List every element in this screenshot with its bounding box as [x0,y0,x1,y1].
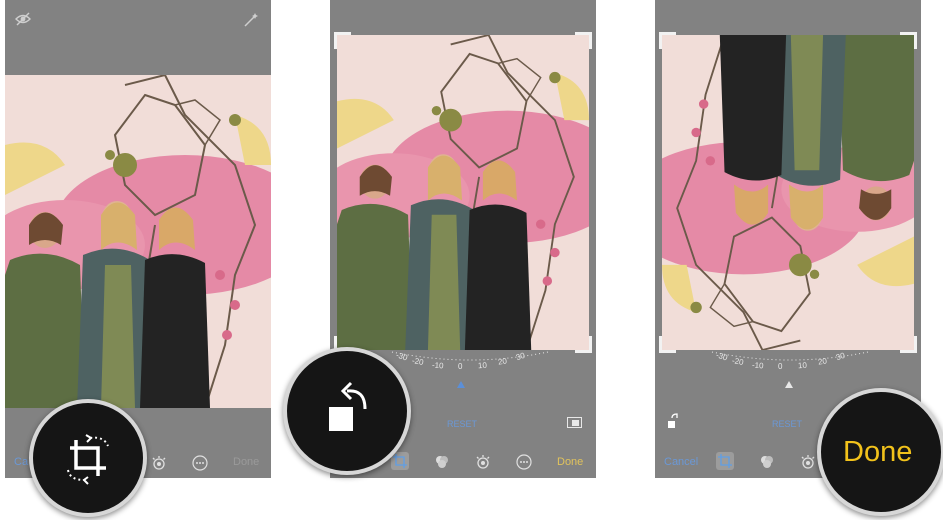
callout-done: Done [817,388,943,516]
dial-tick: 10 [797,360,808,371]
adjust-dial-icon[interactable] [151,455,167,471]
cancel-button[interactable]: Cancel [664,456,698,468]
crop-handle-bottom-right[interactable] [900,336,917,353]
dial-tick: 20 [817,356,828,367]
reset-button[interactable]: RESET [447,419,477,429]
rotate-left-icon[interactable] [317,377,377,443]
dial-tick: 0 [778,362,783,371]
rotate-icon[interactable] [667,413,681,429]
crop-handle-top-left[interactable] [334,32,351,49]
done-button[interactable]: Done [557,456,583,468]
panel-photo-view: Ca Done [5,0,271,478]
dial-tick: 0 [458,362,463,371]
adjust-dial-icon[interactable] [800,454,816,470]
crop-handle-bottom-right[interactable] [575,336,592,353]
photo-image-rotated [662,35,914,350]
crop-handle-top-left[interactable] [659,32,676,49]
photo-image [337,35,589,350]
done-button[interactable]: Done [843,436,912,469]
filters-icon[interactable] [759,454,775,470]
more-icon[interactable] [516,454,532,470]
more-icon[interactable] [192,455,208,471]
reset-button[interactable]: RESET [772,419,802,429]
callout-crop-rotate [29,399,147,517]
filters-icon[interactable] [434,454,450,470]
callout-rotate [283,347,411,475]
adjust-dial-icon[interactable] [475,454,491,470]
crop-handle-top-right[interactable] [575,32,592,49]
dial-tick: -10 [431,360,444,371]
crop-icon[interactable] [716,452,734,470]
crop-handle-top-right[interactable] [900,32,917,49]
dial-tick: -10 [751,360,764,371]
photo-image [5,75,271,408]
dial-tick: -20 [411,356,425,367]
dial-tick: -20 [731,356,745,367]
aspect-ratio-icon[interactable] [567,417,582,428]
crop-handle-bottom-left[interactable] [659,336,676,353]
dial-indicator-icon [457,381,465,388]
dial-indicator-icon [785,381,793,388]
magic-wand-icon[interactable] [243,12,259,28]
done-button[interactable]: Done [233,456,259,468]
cancel-button[interactable]: Ca [14,456,28,468]
crop-rotate-icon[interactable] [60,430,116,486]
dial-tick: 10 [477,360,488,371]
eye-icon[interactable] [15,12,31,26]
dial-tick: 20 [497,356,508,367]
